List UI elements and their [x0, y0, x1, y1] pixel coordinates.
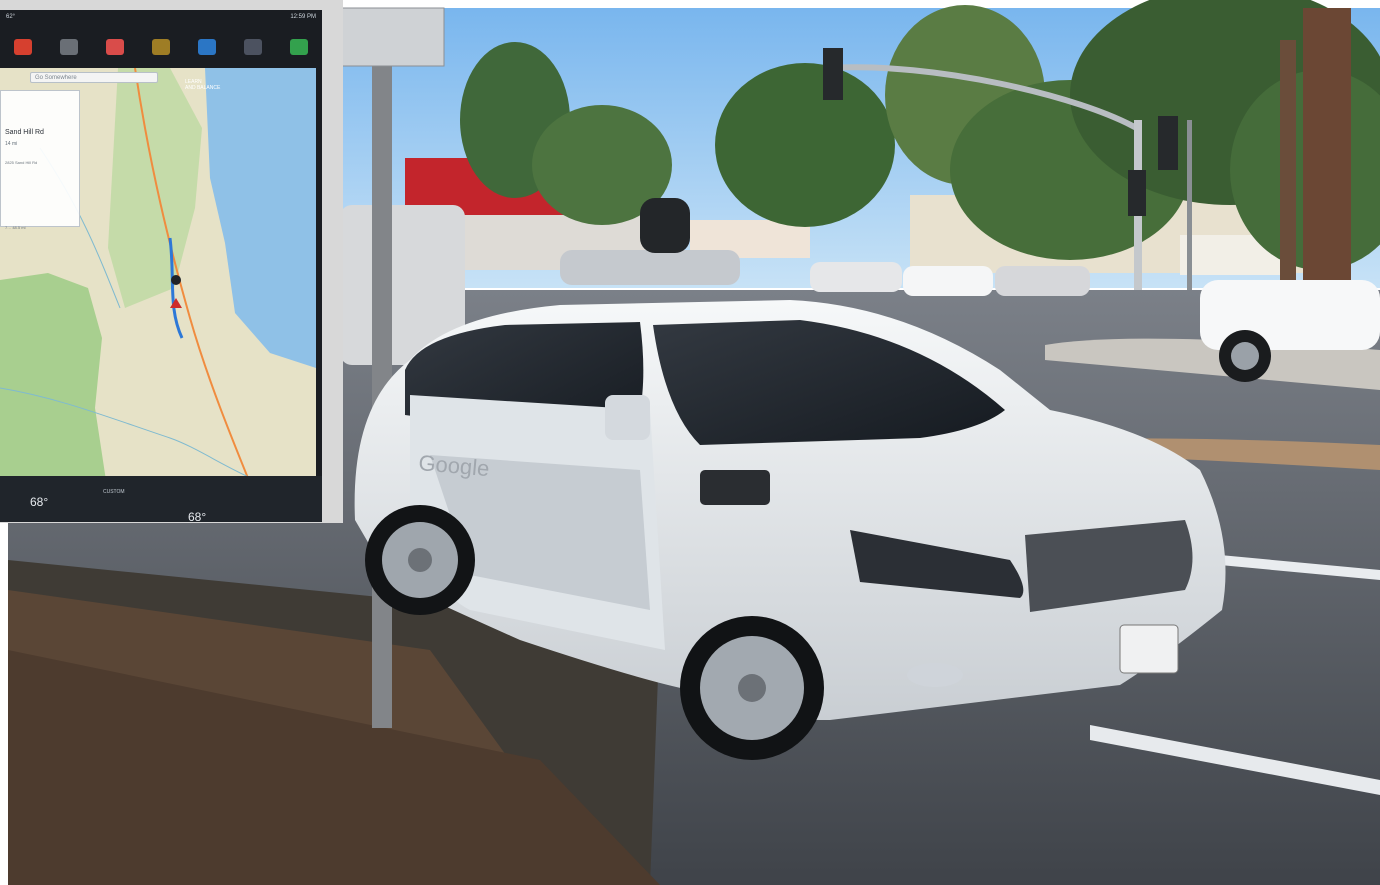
climate-mode[interactable]: CUSTOM — [103, 489, 125, 495]
destination-distance: 14 mi — [5, 141, 18, 147]
passenger-temperature[interactable]: 68° — [188, 510, 206, 522]
route-meta: 7… 48.5 mi — [5, 225, 26, 230]
phone-app-icon[interactable] — [290, 39, 308, 55]
destination-card[interactable]: Sand Hill Rd 14 mi 2825 Sand Hill Rd 7… … — [0, 90, 80, 230]
map-view[interactable]: Go Somewhere LEARN AND BALANCE Sand Hill… — [0, 67, 317, 521]
search-input[interactable]: Go Somewhere — [30, 72, 158, 83]
outside-temperature: 62° — [6, 14, 16, 20]
navigation-app-icon[interactable] — [14, 39, 32, 55]
settings-app-icon[interactable] — [244, 39, 262, 55]
calendar-app-icon[interactable] — [106, 39, 124, 55]
climate-bar: 68° CUSTOM 68° — [0, 476, 322, 522]
touchscreen: 62° 12:59 PM Go Somewhere LEARN AND BALA… — [0, 10, 322, 522]
clock: 12:59 PM — [290, 14, 316, 20]
destination-name: Sand Hill Rd — [5, 129, 44, 136]
energy-app-icon[interactable] — [152, 39, 170, 55]
app-launcher — [0, 24, 322, 70]
web-app-icon[interactable] — [198, 39, 216, 55]
status-bar: 62° 12:59 PM — [0, 10, 322, 24]
destination-address: 2825 Sand Hill Rd — [5, 160, 38, 165]
driver-temperature[interactable]: 68° — [30, 495, 48, 509]
location-label: LEARN AND BALANCE — [185, 79, 221, 91]
camera-app-icon[interactable] — [60, 39, 78, 55]
tesla-touchscreen-inset: 62° 12:59 PM Go Somewhere LEARN AND BALA… — [0, 0, 343, 523]
